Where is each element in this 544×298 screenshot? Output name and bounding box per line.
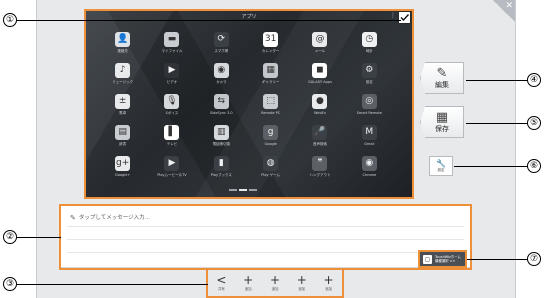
edit-sparkle-icon: ✎ <box>436 65 448 81</box>
wrench-icon: 🔧 <box>436 159 446 168</box>
leader-line-4 <box>466 80 528 81</box>
settings-label: 設定 <box>437 168 445 172</box>
callout-4: ④ <box>527 73 541 87</box>
callout-5: ⑤ <box>527 116 541 130</box>
highlight-message <box>59 204 472 270</box>
callout-1: ① <box>3 13 17 27</box>
save-button[interactable]: ▦ 保存 <box>420 106 464 138</box>
highlight-share <box>418 250 467 268</box>
close-corner[interactable]: ✕ <box>493 0 515 22</box>
leader-line-5 <box>466 123 528 124</box>
callout-7: ⑦ <box>527 252 541 266</box>
highlight-toolbar <box>206 268 344 298</box>
leader-line-3 <box>17 284 208 285</box>
close-icon[interactable]: ✕ <box>505 0 513 12</box>
callout-6: ⑥ <box>527 159 541 173</box>
callout-2: ② <box>3 230 17 244</box>
highlight-screen <box>84 9 414 199</box>
edit-button[interactable]: ✎ 編集 <box>420 62 464 94</box>
leader-line-1 <box>17 20 401 21</box>
edit-label: 編集 <box>435 80 449 89</box>
save-label: 保存 <box>435 124 449 133</box>
save-grid-icon: ▦ <box>435 109 449 125</box>
leader-line-7 <box>467 259 528 260</box>
settings-button[interactable]: 🔧 設定 <box>429 156 453 176</box>
leader-line-6 <box>454 166 528 167</box>
leader-line-2 <box>17 237 61 238</box>
callout-3: ③ <box>3 277 17 291</box>
